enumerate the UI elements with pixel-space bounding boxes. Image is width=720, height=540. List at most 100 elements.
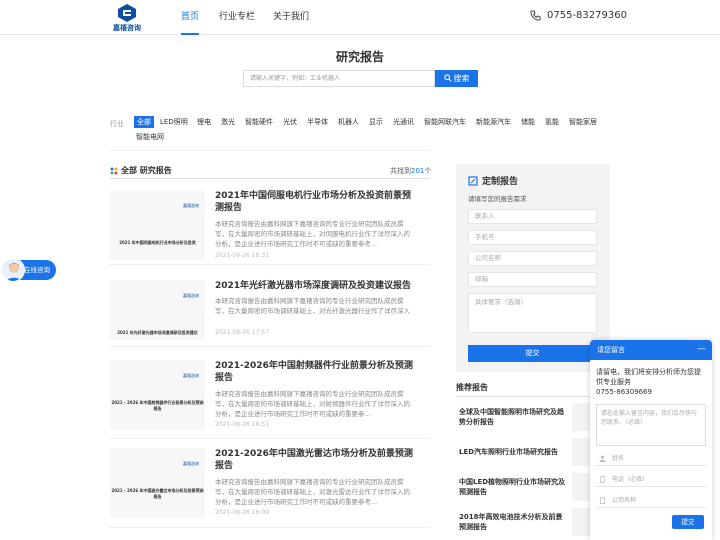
requirement-textarea[interactable]: 具体要求（选填）	[468, 293, 597, 333]
filter-pv[interactable]: 光伏	[283, 116, 297, 128]
report-thumbnail[interactable]: 嘉禧咨询 2021 年光纤激光器市场深度调研及投资建议	[110, 280, 205, 340]
custom-report-title: 定制报告	[468, 174, 518, 187]
recommend-item[interactable]: 中国LED植物照明行业市场研究及预测报告	[459, 477, 569, 497]
filter-nev[interactable]: 新能源汽车	[476, 116, 511, 128]
nav-home[interactable]: 首页	[181, 0, 200, 35]
message-intro: 请留电，我们将安排分析师为您提供专业服务 0755-86309669	[596, 367, 706, 397]
report-thumbnail[interactable]: 嘉禧咨询 2021 - 2026 年中国射频器件行业前景分析及预测报告	[110, 360, 205, 430]
list-section-title: 全部 研究报告	[110, 165, 172, 176]
filter-laser[interactable]: 激光	[221, 116, 235, 128]
message-textarea[interactable]: 请在此输入留言内容，我们会尽快与您联系。（必填）	[596, 404, 706, 446]
report-desc: 本研究咨询报告由嘉科网旗下嘉禧咨询的专业行业研究团队成员撰写，在大量周密的市场调…	[215, 478, 410, 506]
list-header-line	[110, 178, 430, 179]
mobile-input[interactable]: 手机号	[468, 230, 597, 245]
message-name-field[interactable]: 姓名	[596, 452, 706, 466]
recommend-item[interactable]: LED汽车照明行业市场研究报告	[459, 447, 569, 457]
report-desc: 本研究咨询报告由嘉科网旗下嘉禧咨询的专业行业研究团队成员撰写，在大量周密的市场调…	[215, 220, 410, 248]
contact-name-input[interactable]: 联系人	[468, 209, 597, 224]
dots-icon	[110, 167, 118, 174]
list-title-text: 全部 研究报告	[121, 166, 172, 175]
nav-industry[interactable]: 行业专栏	[219, 0, 255, 35]
thumb-logo: 嘉禧咨询	[183, 373, 199, 378]
filter-divider	[110, 150, 430, 151]
phone-icon	[530, 10, 541, 21]
logo-text: 嘉禧咨询	[113, 24, 141, 32]
report-desc: 本研究咨询报告由嘉科网旗下嘉禧咨询的专业行业研究团队成员撰写，在大量周密的市场调…	[215, 390, 410, 418]
report-title[interactable]: 2021年光纤激光器市场深度调研及投资建议报告	[215, 280, 415, 292]
logo-mark-icon	[118, 4, 136, 22]
report-date: 2021-09-26 18:51	[215, 421, 270, 428]
top-header: 嘉禧咨询 首页 行业专栏 关于我们 0755-83279360	[0, 0, 720, 35]
email-input[interactable]: 邮箱	[468, 272, 597, 287]
thumb-title: 2021 年光纤激光器市场深度调研及投资建议	[117, 330, 198, 335]
user-icon	[599, 455, 606, 462]
header-phone: 0755-83279360	[530, 10, 627, 21]
filter-storage[interactable]: 储能	[521, 116, 535, 128]
filter-smart-grid[interactable]: 智能电网	[136, 131, 164, 143]
recommend-item[interactable]: 2018年高效电池技术分析及前景预测报告	[459, 512, 569, 532]
report-date: 2021-09-26 18:31	[215, 252, 270, 259]
filter-display[interactable]: 显示	[369, 116, 383, 128]
phone-icon	[600, 476, 605, 483]
thumb-logo: 嘉禧咨询	[183, 203, 199, 208]
message-phone-field[interactable]: 电话（必填）	[596, 473, 706, 487]
recommend-line	[456, 396, 610, 397]
page-title: 研究报告	[335, 50, 384, 64]
consultant-avatar[interactable]	[1, 258, 25, 282]
report-thumbnail[interactable]: 嘉禧咨询 2021 年中国伺服电机行业市场分析及投资	[110, 190, 205, 260]
thumb-title: 2021 - 2026 年中国激光雷达市场分析及前景预测报告	[111, 488, 204, 499]
recommend-thumbnail[interactable]	[572, 473, 592, 501]
edit-icon	[468, 175, 478, 186]
thumb-logo: 嘉禧咨询	[183, 461, 199, 466]
company-input[interactable]: 公司名称	[468, 251, 597, 266]
report-title[interactable]: 2021-2026年中国激光雷达市场分析及前景预测报告	[215, 448, 415, 472]
message-company-field[interactable]: 公司名称	[596, 494, 706, 508]
message-panel-title: 请您留言	[597, 346, 625, 354]
thumb-title: 2021 - 2026 年中国射频器件行业前景分析及预测报告	[111, 400, 204, 411]
result-count: 共找到201个	[390, 167, 432, 175]
filter-robot[interactable]: 机器人	[338, 116, 359, 128]
minimize-icon[interactable]: —	[697, 340, 706, 358]
search-button-label: 搜索	[453, 74, 470, 83]
message-panel: 请您留言 — 请留电，我们将安排分析师为您提供专业服务 0755-8630966…	[590, 340, 712, 540]
report-date: 2021-09-26 16:09	[215, 509, 270, 516]
thumb-title: 2021 年中国伺服电机行业市场分析及投资	[119, 240, 196, 245]
message-submit-button[interactable]: 提交	[672, 515, 704, 529]
result-count-number: 201	[411, 167, 425, 175]
recommend-title: 推荐报告	[456, 383, 488, 392]
filter-semiconductor[interactable]: 半导体	[307, 116, 328, 128]
report-date: 2021-09-26 17:57	[215, 329, 270, 336]
filter-connected-car[interactable]: 智能网联汽车	[424, 116, 466, 128]
filter-led[interactable]: LED照明	[160, 116, 188, 128]
nav-about[interactable]: 关于我们	[273, 0, 309, 35]
filter-smart-home[interactable]: 智能家居	[569, 116, 597, 128]
report-desc: 本研究咨询报告由嘉科网旗下嘉禧咨询的专业行业研究团队成员撰写，在大量周密的市场调…	[215, 297, 410, 315]
search-button[interactable]: 搜索	[435, 70, 478, 87]
message-phone: 0755-86309669	[596, 388, 652, 396]
card-separator	[110, 346, 430, 347]
report-title[interactable]: 2021年中国伺服电机行业市场分析及投资前景预测报告	[215, 190, 415, 214]
filter-all[interactable]: 全部	[134, 116, 154, 128]
report-title[interactable]: 2021-2026年中国射频器件行业前景分析及预测报告	[215, 360, 415, 384]
recommend-item[interactable]: 全球及中国智能照明市场研究及趋势分析报告	[459, 407, 569, 427]
filter-smart-hardware[interactable]: 智能硬件	[245, 116, 273, 128]
search-icon	[443, 74, 452, 82]
custom-report-subtitle: 请填写您的报告需求	[468, 195, 527, 203]
search-input[interactable]: 请输入关键字，例如：工业机器人	[243, 70, 435, 87]
custom-submit-button[interactable]: 提交	[468, 345, 597, 362]
recommend-thumbnail[interactable]	[572, 438, 592, 466]
filter-optical-comm[interactable]: 光通讯	[393, 116, 414, 128]
filter-label: 行业	[110, 120, 124, 128]
card-separator	[110, 527, 430, 528]
filter-hydrogen[interactable]: 氢能	[545, 116, 559, 128]
filter-lithium[interactable]: 锂电	[197, 116, 211, 128]
recommend-thumbnail[interactable]	[572, 508, 592, 536]
message-panel-header[interactable]: 请您留言 —	[590, 340, 712, 360]
card-separator	[110, 264, 430, 265]
phone-number: 0755-83279360	[547, 10, 627, 21]
report-thumbnail[interactable]: 嘉禧咨询 2021 - 2026 年中国激光雷达市场分析及前景预测报告	[110, 448, 205, 518]
recommend-thumbnail[interactable]	[572, 403, 592, 431]
site-logo[interactable]: 嘉禧咨询	[110, 3, 144, 33]
card-separator	[110, 438, 430, 439]
building-icon	[599, 497, 606, 504]
